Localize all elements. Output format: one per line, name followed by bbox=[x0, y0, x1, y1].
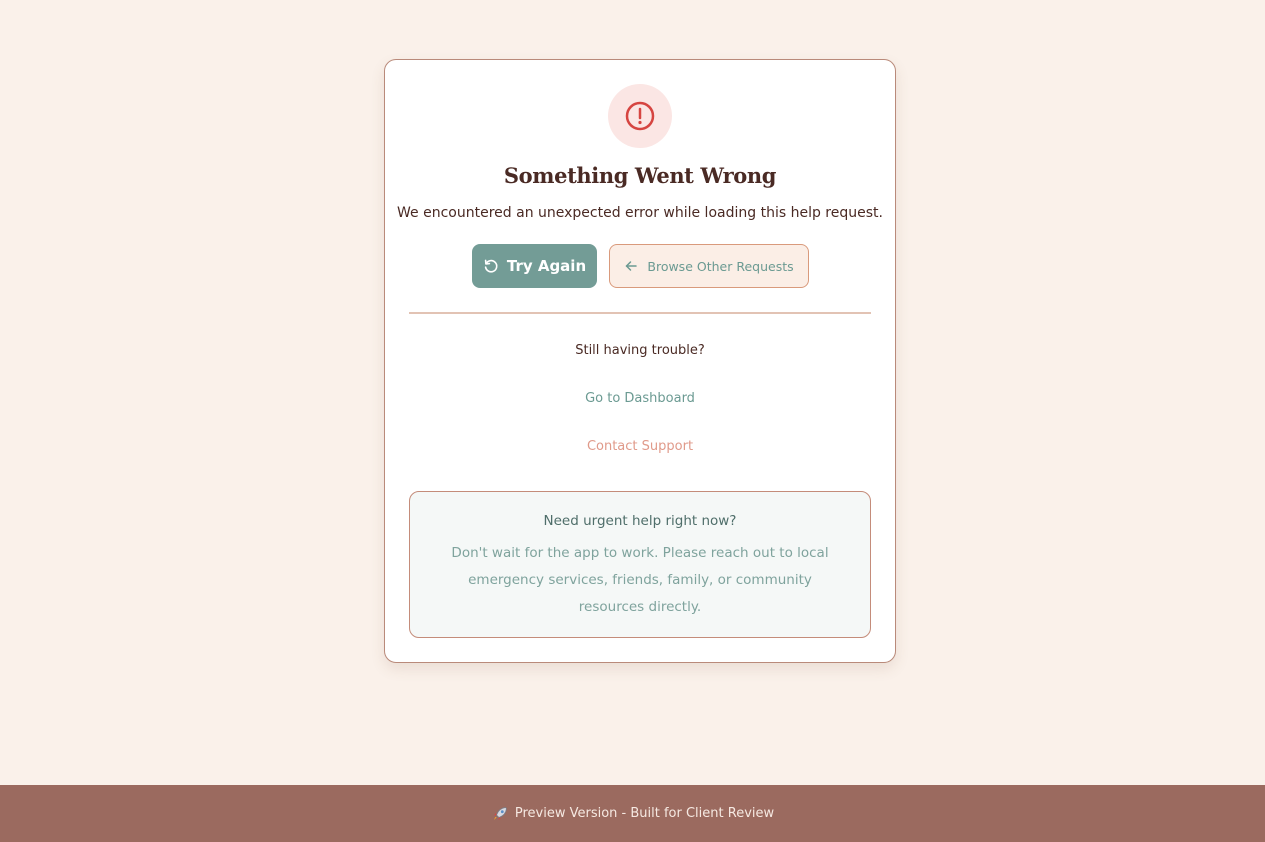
preview-footer: Preview Version - Built for Client Revie… bbox=[0, 785, 1265, 842]
arrow-left-icon bbox=[626, 261, 638, 271]
error-card: Something Went Wrong We encountered an u… bbox=[384, 59, 896, 663]
dashboard-link[interactable]: Go to Dashboard bbox=[385, 391, 895, 406]
browse-requests-button[interactable]: Browse Other Requests bbox=[609, 244, 809, 288]
refresh-icon bbox=[484, 259, 498, 273]
alert-circle-icon bbox=[625, 101, 655, 131]
error-title: Something Went Wrong bbox=[503, 163, 777, 188]
try-again-button[interactable]: Try Again bbox=[472, 244, 597, 288]
browse-requests-label: Browse Other Requests bbox=[647, 258, 794, 274]
divider bbox=[409, 312, 871, 314]
urgent-help-title: Need urgent help right now? bbox=[543, 513, 737, 529]
trouble-prompt: Still having trouble? bbox=[575, 343, 705, 358]
urgent-help-body: Don't wait for the app to work. Please r… bbox=[451, 545, 829, 615]
error-icon-container bbox=[608, 84, 672, 148]
contact-support-link[interactable]: Contact Support bbox=[385, 439, 895, 454]
footer-text: Preview Version - Built for Client Revie… bbox=[514, 806, 775, 821]
urgent-help-box: Need urgent help right now? Don't wait f… bbox=[409, 491, 871, 638]
error-message: We encountered an unexpected error while… bbox=[397, 205, 883, 221]
rocket-icon bbox=[493, 806, 507, 820]
try-again-label: Try Again bbox=[506, 257, 587, 275]
